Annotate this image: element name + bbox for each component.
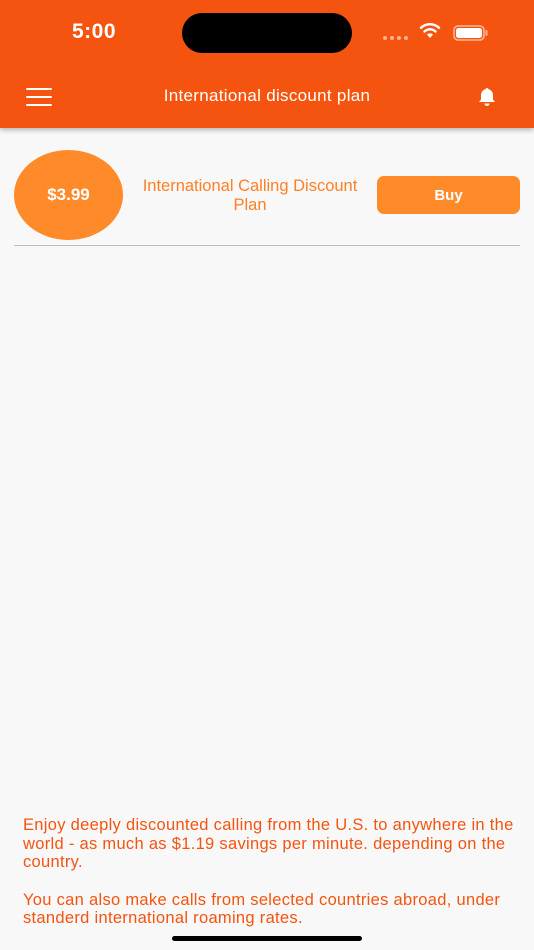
bell-icon[interactable] — [476, 86, 498, 108]
plan-row: $3.99 International Calling Discount Pla… — [14, 150, 520, 246]
plan-name: International Calling Discount Plan — [142, 177, 358, 214]
price-label: $3.99 — [47, 185, 90, 204]
home-indicator[interactable] — [172, 936, 362, 941]
app-header: 5:00 International discount plan — [0, 0, 534, 128]
description-paragraph-1: Enjoy deeply discounted calling from the… — [23, 816, 514, 871]
price-badge: $3.99 — [14, 150, 123, 240]
cellular-signal-icon — [383, 36, 408, 40]
dynamic-island — [182, 13, 352, 53]
status-time: 5:00 — [72, 20, 117, 43]
plan-description: Enjoy deeply discounted calling from the… — [23, 816, 518, 928]
wifi-icon — [419, 23, 441, 38]
divider — [14, 245, 520, 246]
page-title: International discount plan — [163, 86, 371, 105]
description-paragraph-2: You can also make calls from selected co… — [23, 890, 501, 928]
buy-button[interactable]: Buy — [377, 176, 520, 214]
battery-icon — [453, 25, 488, 41]
